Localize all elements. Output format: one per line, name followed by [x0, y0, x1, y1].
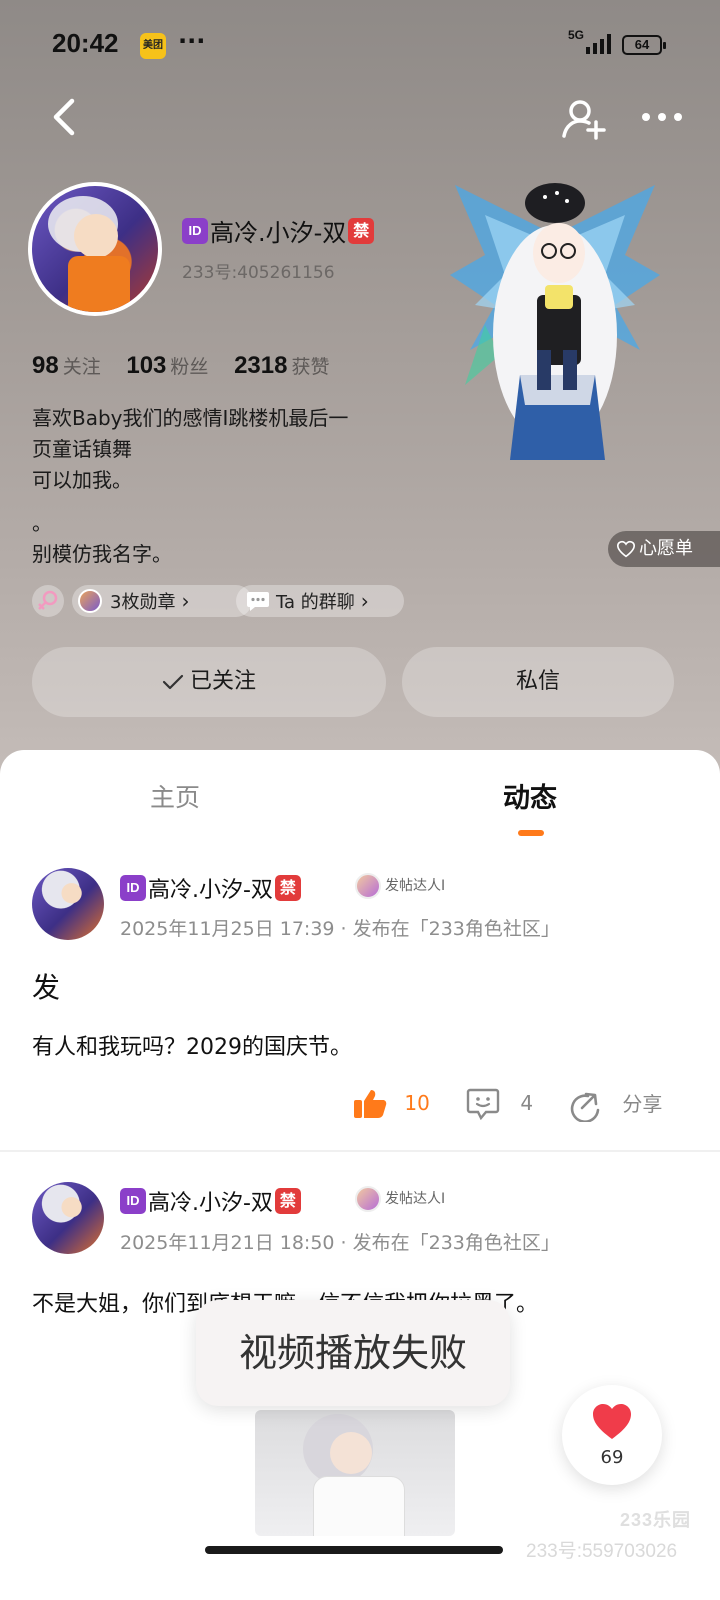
following-count: 98 [32, 352, 59, 379]
home-indicator[interactable] [205, 1546, 503, 1554]
heart-outline-icon [616, 540, 636, 558]
title-badge-icon [355, 873, 381, 899]
followers-stat[interactable]: 103 粉丝 [126, 351, 226, 379]
bio-line: 页童话镇舞 [32, 437, 132, 461]
thumbs-up-icon [354, 1090, 387, 1118]
chat-bubble-icon [247, 592, 269, 611]
video-thumbnail[interactable] [255, 1410, 455, 1536]
tab-home[interactable]: 主页 [150, 778, 200, 814]
group-chat-chip[interactable]: Ta 的群聊 › [236, 585, 404, 617]
network-type: 5G [568, 28, 585, 42]
heart-icon [593, 1404, 631, 1439]
post-author-avatar[interactable] [32, 868, 104, 940]
likes-stat[interactable]: 2318 获赞 [234, 351, 347, 379]
bio-line: 喜欢Baby我们的感情I跳楼机最后一 [32, 406, 349, 430]
video-error-toast: 视频播放失败 [196, 1300, 510, 1406]
checkmark-icon [162, 674, 184, 690]
message-button[interactable]: 私信 [402, 647, 674, 717]
wishlist-label: 心愿单 [639, 538, 693, 559]
post-divider [0, 1150, 720, 1152]
add-friend-button[interactable] [562, 98, 606, 140]
author-title-badge: 发帖达人I [355, 1186, 445, 1212]
tab-posts[interactable]: 动态 [503, 776, 557, 815]
female-symbol-icon [38, 590, 58, 610]
group-chat-label: Ta 的群聊 [276, 592, 355, 613]
more-options-button[interactable] [640, 105, 684, 129]
like-button[interactable]: 10 [352, 1088, 430, 1120]
post-body: 有人和我玩吗？2029的国庆节。 [32, 1035, 352, 1060]
character-figure-image[interactable] [445, 175, 665, 480]
active-tab-indicator [518, 830, 544, 836]
post-meta: 2025年11月25日 17:39 · 发布在「233角色社区」 [120, 918, 560, 940]
following-button[interactable]: 已关注 [32, 647, 386, 717]
id-badge-icon: ID [120, 875, 146, 901]
ban-badge-icon: 禁 [348, 217, 375, 244]
profile-name-text: 高冷.小汐-双 [210, 219, 347, 247]
bio-line [32, 496, 412, 508]
gender-chip [32, 585, 64, 617]
ban-badge-icon: 禁 [274, 875, 301, 901]
comment-count: 4 [520, 1090, 534, 1115]
bio-line: 别模仿我名字。 [32, 542, 172, 566]
favorite-count: 69 [600, 1447, 624, 1468]
id-badge-icon: ID [120, 1188, 146, 1214]
id-badge-icon: ID [182, 217, 208, 244]
title-badge-label: 发帖达人I [385, 878, 446, 894]
following-button-label: 已关注 [189, 669, 256, 694]
medals-label: 3枚勋章 [110, 592, 176, 613]
medals-chip[interactable]: 3枚勋章 › [72, 585, 252, 617]
share-icon [570, 1092, 600, 1123]
meituan-app-icon: 美团 [140, 33, 166, 59]
followers-label: 粉丝 [170, 356, 209, 378]
bio-line: 可以加我。 [32, 468, 132, 492]
likes-count: 2318 [234, 352, 288, 379]
wishlist-button[interactable]: 心愿单 [608, 531, 720, 567]
following-stat[interactable]: 98 关注 [32, 351, 119, 379]
comment-icon [466, 1088, 500, 1121]
likes-label: 获赞 [291, 356, 330, 378]
chevron-right-icon: › [181, 589, 190, 613]
post-author[interactable]: ID 高冷.小汐-双禁 [120, 1185, 301, 1217]
followers-count: 103 [126, 352, 167, 379]
ban-badge-icon: 禁 [274, 1188, 301, 1214]
author-title-badge: 发帖达人I [355, 873, 445, 899]
status-time: 20:42 [52, 28, 119, 58]
profile-stats: 98 关注 103 粉丝 2318 获赞 [32, 351, 347, 380]
profile-bio: 喜欢Baby我们的感情I跳楼机最后一 页童话镇舞 可以加我。 。 别模仿我名字。 [32, 403, 412, 570]
share-label: 分享 [622, 1092, 663, 1116]
bio-line: 。 [32, 511, 52, 535]
profile-avatar[interactable] [28, 182, 162, 316]
back-button[interactable] [46, 95, 86, 139]
signal-icon [586, 34, 611, 54]
title-badge-icon [355, 1186, 381, 1212]
medal-icon [78, 589, 102, 613]
post-title: 发 [32, 971, 61, 1004]
share-button[interactable]: 分享 [568, 1088, 663, 1123]
post-author-name: 高冷.小汐-双 [148, 878, 273, 903]
following-label: 关注 [62, 356, 101, 378]
post-author-avatar[interactable] [32, 1182, 104, 1254]
battery-icon: 64 [622, 35, 666, 55]
chevron-right-icon: › [360, 589, 369, 613]
watermark-id: 233号:559703026 [526, 1541, 678, 1562]
like-count: 10 [404, 1090, 430, 1115]
comment-button[interactable]: 4 [466, 1088, 534, 1121]
profile-uid: 233号:405261156 [182, 263, 335, 283]
post-meta: 2025年11月21日 18:50 · 发布在「233角色社区」 [120, 1232, 560, 1254]
post-author-name: 高冷.小汐-双 [148, 1191, 273, 1216]
post-card[interactable]: ID 高冷.小汐-双禁 发帖达人I 2025年11月25日 17:39 · 发布在… [0, 860, 720, 1150]
message-button-label: 私信 [515, 669, 560, 694]
notification-more-icon: ··· [178, 27, 206, 55]
title-badge-label: 发帖达人I [385, 1191, 446, 1207]
post-author[interactable]: ID 高冷.小汐-双禁 [120, 872, 301, 904]
profile-name: ID 高冷.小汐-双禁 [182, 213, 375, 248]
favorite-button[interactable]: 69 [562, 1385, 662, 1485]
status-bar: 20:42 美团 ··· 5G 64 [0, 0, 720, 90]
watermark-logo: 233乐园 [620, 1510, 692, 1530]
